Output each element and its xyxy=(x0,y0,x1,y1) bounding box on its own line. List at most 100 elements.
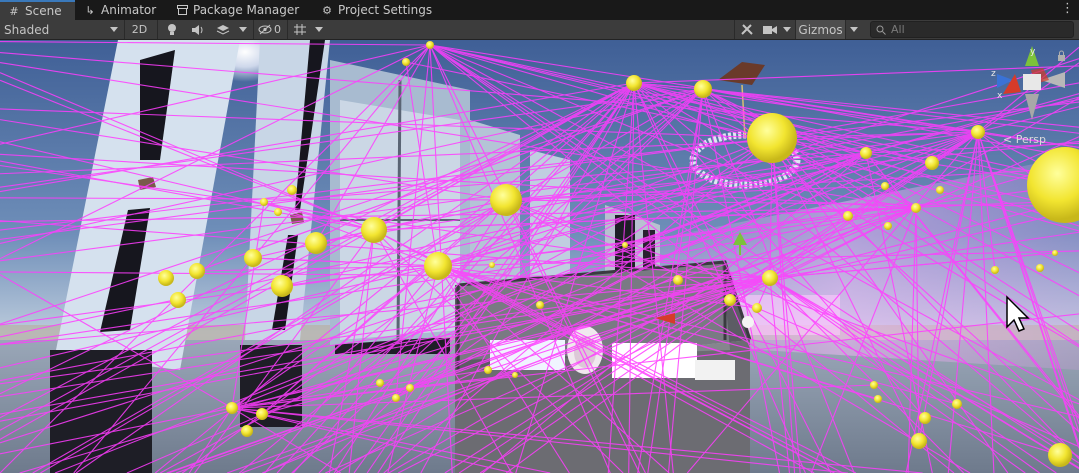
light-gizmo-icon[interactable] xyxy=(536,301,544,309)
light-gizmo-icon[interactable] xyxy=(260,198,268,206)
light-gizmo-icon[interactable] xyxy=(484,366,492,374)
hidden-eye-icon xyxy=(258,24,272,35)
layers-icon xyxy=(216,24,230,35)
light-gizmo-icon[interactable] xyxy=(406,384,414,392)
light-gizmo-icon[interactable] xyxy=(952,399,962,409)
scene-visibility-toggle[interactable]: 0 xyxy=(253,20,285,39)
chevron-down-icon xyxy=(849,27,858,32)
light-gizmo-icon[interactable] xyxy=(489,262,495,268)
draw-mode-dropdown[interactable]: Shaded xyxy=(0,20,122,39)
light-gizmo-icon[interactable] xyxy=(241,425,253,437)
light-gizmo-icon[interactable] xyxy=(694,80,712,98)
animator-icon: ↳ xyxy=(85,3,95,17)
tab-package-manager[interactable]: Package Manager xyxy=(168,0,307,20)
light-gizmo-icon[interactable] xyxy=(626,75,642,91)
chevron-down-icon xyxy=(315,27,323,32)
light-gizmo-icon[interactable] xyxy=(881,182,889,190)
light-gizmo-icon[interactable] xyxy=(1036,264,1044,272)
light-gizmo-icon[interactable] xyxy=(256,408,268,420)
gear-icon: ⚙ xyxy=(322,3,332,17)
light-gizmo-icon[interactable] xyxy=(226,402,238,414)
package-icon xyxy=(176,4,188,16)
light-gizmo-icon[interactable] xyxy=(271,275,293,297)
effects-dropdown-button[interactable] xyxy=(235,20,251,39)
tools-icon xyxy=(740,24,753,35)
light-gizmo-icon[interactable] xyxy=(762,270,778,286)
light-gizmo-icon[interactable] xyxy=(170,292,186,308)
grid-dropdown-button[interactable] xyxy=(311,20,327,39)
light-gizmo-icon[interactable] xyxy=(622,242,628,248)
light-gizmo-icon[interactable] xyxy=(673,275,683,285)
light-gizmo-icon[interactable] xyxy=(874,395,882,403)
light-gizmo-icon[interactable] xyxy=(426,41,434,49)
light-gizmo-icon[interactable] xyxy=(919,412,931,424)
hidden-count: 0 xyxy=(274,23,281,36)
light-gizmo-icon[interactable] xyxy=(490,184,522,216)
audio-toggle-button[interactable] xyxy=(185,20,211,39)
light-gizmo-icon[interactable] xyxy=(911,203,921,213)
light-gizmo-icon[interactable] xyxy=(1052,250,1058,256)
grid-toggle-button[interactable] xyxy=(287,20,311,39)
more-options-icon[interactable]: ⋮ xyxy=(1061,1,1074,19)
lock-icon[interactable] xyxy=(1058,50,1065,61)
light-gizmo-icon[interactable] xyxy=(747,113,797,163)
projection-toggle[interactable]: < Persp xyxy=(1003,133,1046,146)
tab-animator-label: Animator xyxy=(101,3,157,17)
camera-settings-button[interactable] xyxy=(760,20,780,39)
light-gizmo-icon[interactable] xyxy=(376,379,384,387)
scene-viewport[interactable]: y z x < Persp xyxy=(0,40,1079,473)
tab-package-manager-label: Package Manager xyxy=(193,3,300,17)
light-gizmo-icon[interactable] xyxy=(870,381,878,389)
camera-dropdown-button[interactable] xyxy=(780,20,794,39)
tab-scene[interactable]: # Scene xyxy=(0,0,75,20)
light-gizmo-icon[interactable] xyxy=(287,185,297,195)
light-gizmo-icon[interactable] xyxy=(392,394,400,402)
scene-render xyxy=(0,40,1079,473)
search-icon xyxy=(876,25,886,35)
light-gizmo-icon[interactable] xyxy=(305,232,327,254)
scene-toolbar: Shaded 2D 0 Gizmos xyxy=(0,20,1079,40)
grid-snap-icon xyxy=(293,24,306,35)
tab-project-settings-label: Project Settings xyxy=(338,3,433,17)
light-gizmo-icon[interactable] xyxy=(971,125,985,139)
axis-z-label: z xyxy=(991,69,996,79)
light-gizmo-icon[interactable] xyxy=(424,252,452,280)
light-gizmo-icon[interactable] xyxy=(991,266,999,274)
camera-icon xyxy=(763,25,777,34)
gizmos-toggle-button[interactable]: Gizmos xyxy=(795,20,845,39)
effects-toggle-button[interactable] xyxy=(211,20,235,39)
light-gizmo-icon[interactable] xyxy=(843,211,853,221)
gizmos-dropdown-button[interactable] xyxy=(845,20,861,39)
light-gizmo-icon[interactable] xyxy=(724,294,736,306)
tab-animator[interactable]: ↳ Animator xyxy=(76,0,164,20)
grid-icon: # xyxy=(9,4,19,18)
light-gizmo-icon[interactable] xyxy=(361,217,387,243)
2d-toggle-label: 2D xyxy=(131,23,148,36)
light-gizmo-icon[interactable] xyxy=(860,147,872,159)
draw-mode-label: Shaded xyxy=(4,22,50,37)
light-gizmo-icon[interactable] xyxy=(884,222,892,230)
light-gizmo-icon[interactable] xyxy=(752,303,762,313)
tools-button[interactable] xyxy=(734,20,758,39)
light-gizmo-icon[interactable] xyxy=(512,372,518,378)
light-gizmo-icon[interactable] xyxy=(402,58,410,66)
search-input[interactable] xyxy=(891,23,1061,36)
light-gizmo-icon[interactable] xyxy=(936,186,944,194)
light-gizmo-icon[interactable] xyxy=(911,433,927,449)
lightbulb-icon xyxy=(167,24,176,35)
light-gizmo-icon[interactable] xyxy=(189,263,205,279)
gizmos-label: Gizmos xyxy=(798,22,843,37)
2d-toggle-button[interactable]: 2D xyxy=(124,20,154,39)
light-gizmo-icon[interactable] xyxy=(1048,443,1072,467)
window-tab-bar: # Scene ↳ Animator Package Manager ⚙ Pro… xyxy=(0,0,1079,20)
mouse-cursor-icon xyxy=(1006,295,1030,332)
light-gizmo-icon[interactable] xyxy=(925,156,939,170)
lighting-toggle-button[interactable] xyxy=(157,20,185,39)
axis-x-label: x xyxy=(997,91,1003,101)
tab-project-settings[interactable]: ⚙ Project Settings xyxy=(313,0,440,20)
light-gizmo-icon[interactable] xyxy=(158,270,174,286)
chevron-down-icon xyxy=(239,27,247,32)
hierarchy-search-field[interactable] xyxy=(870,21,1074,38)
light-gizmo-icon[interactable] xyxy=(244,249,262,267)
light-gizmo-icon[interactable] xyxy=(274,208,282,216)
